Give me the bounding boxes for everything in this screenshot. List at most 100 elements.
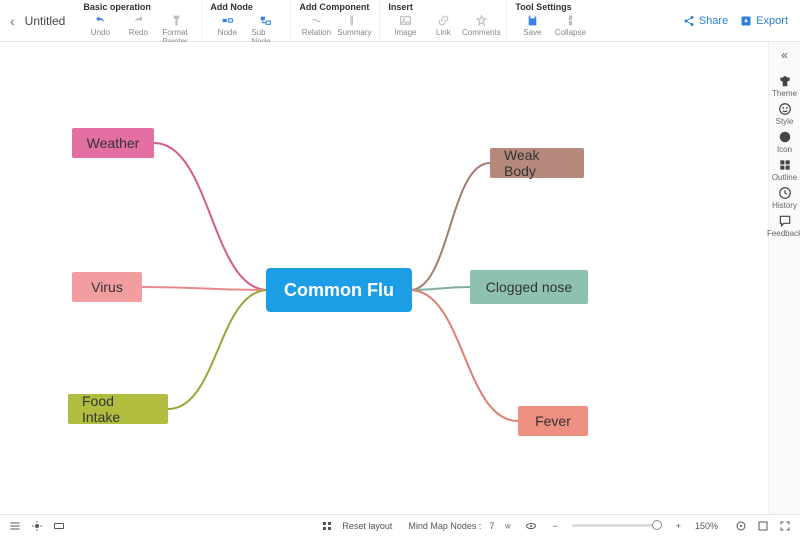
share-button[interactable]: Share <box>683 15 728 27</box>
collapse-btn-icon <box>564 14 577 27</box>
save-btn-label: Save <box>523 28 541 37</box>
zoom-value: 150% <box>695 521 718 531</box>
tb-group-title: Insert <box>388 2 498 12</box>
summary-btn[interactable]: Summary <box>337 13 371 38</box>
rp-style-label: Style <box>776 117 794 126</box>
relation-btn[interactable]: Relation <box>299 13 333 38</box>
rp-icon[interactable]: Icon <box>767 130 800 154</box>
collapse-btn[interactable]: Collapse <box>553 13 587 38</box>
node-fever[interactable]: Fever <box>518 406 588 436</box>
export-label: Export <box>756 15 788 27</box>
comments-btn[interactable]: Comments <box>464 13 498 38</box>
toolbar-right: Share Export <box>671 0 800 41</box>
rp-history-label: History <box>772 201 797 210</box>
node-btn-label: Node <box>218 28 237 37</box>
fullscreen-icon[interactable] <box>778 519 792 533</box>
rp-icon-icon <box>778 130 792 144</box>
tb-group-1: Add NodeNodeSub Node <box>201 0 290 41</box>
format-btn-icon <box>170 14 183 27</box>
image-btn-icon <box>399 14 412 27</box>
rp-history[interactable]: History <box>767 186 800 210</box>
rp-feedback[interactable]: Feedback <box>767 214 800 238</box>
zoom-slider[interactable] <box>572 524 662 527</box>
link-btn[interactable]: Link <box>426 13 460 38</box>
image-btn[interactable]: Image <box>388 13 422 38</box>
tb-group-title: Basic operation <box>83 2 193 12</box>
back-icon[interactable]: ‹ <box>6 9 19 33</box>
node-center[interactable]: Common Flu <box>268 270 410 310</box>
summary-btn-label: Summary <box>337 28 371 37</box>
tb-group-4: Tool Settings Save Collapse <box>506 0 595 41</box>
relation-btn-label: Relation <box>302 28 331 37</box>
subnode-btn-icon <box>259 14 272 27</box>
rp-feedback-icon <box>778 214 792 228</box>
view-list-icon[interactable] <box>8 519 22 533</box>
undo-btn-label: Undo <box>91 28 110 37</box>
canvas[interactable]: Common Flu Weather Virus Food Intake Weak Bo… <box>0 42 768 514</box>
tb-group-title: Add Node <box>210 2 282 12</box>
node-clogged[interactable]: Clogged nose <box>470 270 588 304</box>
share-icon <box>683 15 695 27</box>
node-food[interactable]: Food Intake <box>68 394 168 424</box>
tb-group-title: Tool Settings <box>515 2 587 12</box>
export-button[interactable]: Export <box>740 15 788 27</box>
node-btn-icon <box>221 14 234 27</box>
fit-icon[interactable] <box>756 519 770 533</box>
node-virus-edge <box>142 287 268 290</box>
save-btn[interactable]: Save <box>515 13 549 38</box>
save-btn-icon <box>526 14 539 27</box>
nodes-count-value: 7 <box>489 521 494 531</box>
tb-group-3: Insert Image Link Comments <box>379 0 506 41</box>
node-weather-edge <box>154 143 268 290</box>
link-btn-label: Link <box>436 28 451 37</box>
rp-outline-icon <box>778 158 792 172</box>
panel-collapse-icon[interactable]: « <box>781 48 788 62</box>
bottom-bar: Reset layout Mind Map Nodes : 7 W − + 15… <box>0 514 800 536</box>
nodes-count-label: Mind Map Nodes : <box>408 521 481 531</box>
node-food-edge <box>168 290 268 409</box>
relation-btn-icon <box>310 14 323 27</box>
toolbar: ‹ Untitled Basic operationUndoRedoFormat… <box>0 0 800 42</box>
doc-title[interactable]: Untitled <box>25 14 66 28</box>
svg-text:W: W <box>505 524 511 530</box>
redo-btn-label: Redo <box>129 28 148 37</box>
node-weather[interactable]: Weather <box>72 128 154 158</box>
undo-btn-icon <box>94 14 107 27</box>
rp-theme-icon <box>778 74 792 88</box>
rp-style[interactable]: Style <box>767 102 800 126</box>
view-sun-icon[interactable] <box>30 519 44 533</box>
rp-theme-label: Theme <box>772 89 797 98</box>
reset-layout-icon[interactable] <box>320 519 334 533</box>
right-panel: « Theme Style Icon Outline History Feedback <box>768 42 800 514</box>
node-virus[interactable]: Virus <box>72 272 142 302</box>
node-fever-edge <box>410 290 518 421</box>
view-keyboard-icon[interactable] <box>52 519 66 533</box>
comments-btn-label: Comments <box>462 28 501 37</box>
eye-icon[interactable] <box>524 519 538 533</box>
toolbar-left: ‹ Untitled <box>0 0 75 41</box>
rp-outline[interactable]: Outline <box>767 158 800 182</box>
share-label: Share <box>699 15 728 27</box>
rp-style-icon <box>778 102 792 116</box>
tb-group-0: Basic operationUndoRedoFormat Painter <box>75 0 201 41</box>
redo-btn-icon <box>132 14 145 27</box>
zoom-in-button[interactable]: + <box>676 521 681 531</box>
reset-layout-label[interactable]: Reset layout <box>342 521 392 531</box>
rp-outline-label: Outline <box>772 173 797 182</box>
rp-icon-label: Icon <box>777 145 792 154</box>
export-icon <box>740 15 752 27</box>
image-btn-label: Image <box>394 28 416 37</box>
node-weakbody[interactable]: Weak Body <box>490 148 584 178</box>
tb-group-2: Add Component Relation Summary <box>290 0 379 41</box>
center-icon[interactable] <box>734 519 748 533</box>
rp-theme[interactable]: Theme <box>767 74 800 98</box>
tb-group-title: Add Component <box>299 2 371 12</box>
collapse-btn-label: Collapse <box>555 28 586 37</box>
zoom-out-button[interactable]: − <box>552 521 557 531</box>
word-count-icon[interactable]: W <box>502 519 516 533</box>
summary-btn-icon <box>348 14 361 27</box>
comments-btn-icon <box>475 14 488 27</box>
link-btn-icon <box>437 14 450 27</box>
toolbar-groups: Basic operationUndoRedoFormat PainterAdd… <box>75 0 670 41</box>
rp-history-icon <box>778 186 792 200</box>
